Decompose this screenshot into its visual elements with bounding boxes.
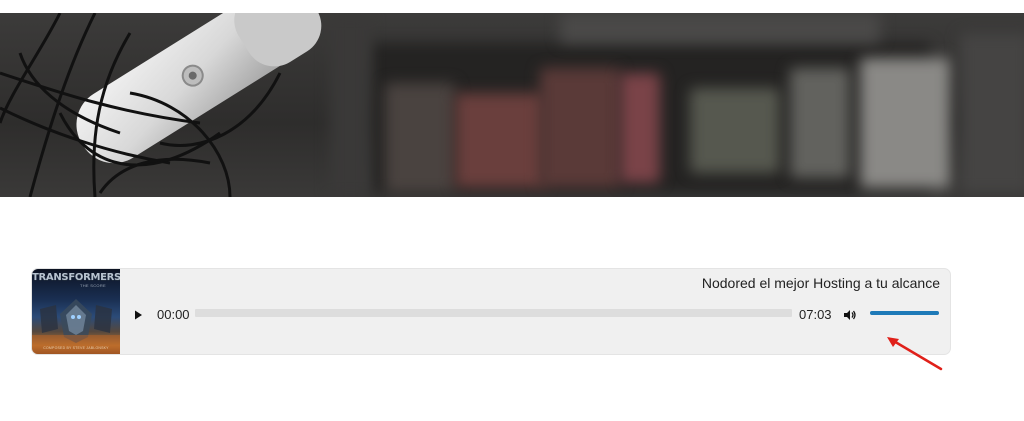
volume-slider-level bbox=[870, 311, 939, 315]
play-icon bbox=[135, 310, 142, 320]
annotation-arrow bbox=[887, 337, 943, 371]
album-cover-image: TRANSFORMERS THE SCORE COMPOSED BY STEVE… bbox=[32, 269, 120, 354]
track-title: Nodored el mejor Hosting a tu alcance bbox=[701, 275, 940, 291]
current-time: 00:00 bbox=[157, 307, 190, 322]
volume-slider[interactable] bbox=[870, 311, 939, 315]
hero-banner-image bbox=[0, 13, 1024, 197]
play-button[interactable] bbox=[132, 308, 144, 320]
microphone-image bbox=[0, 13, 322, 197]
cover-footer: COMPOSED BY STEVE JABLONSKY bbox=[43, 346, 109, 350]
volume-icon bbox=[844, 310, 856, 320]
volume-button[interactable] bbox=[843, 308, 857, 320]
audio-player: TRANSFORMERS THE SCORE COMPOSED BY STEVE… bbox=[31, 268, 951, 355]
seek-bar[interactable] bbox=[195, 309, 792, 317]
cover-subtitle: THE SCORE bbox=[79, 283, 106, 288]
duration-time: 07:03 bbox=[799, 307, 832, 322]
cover-title: TRANSFORMERS bbox=[32, 272, 120, 283]
